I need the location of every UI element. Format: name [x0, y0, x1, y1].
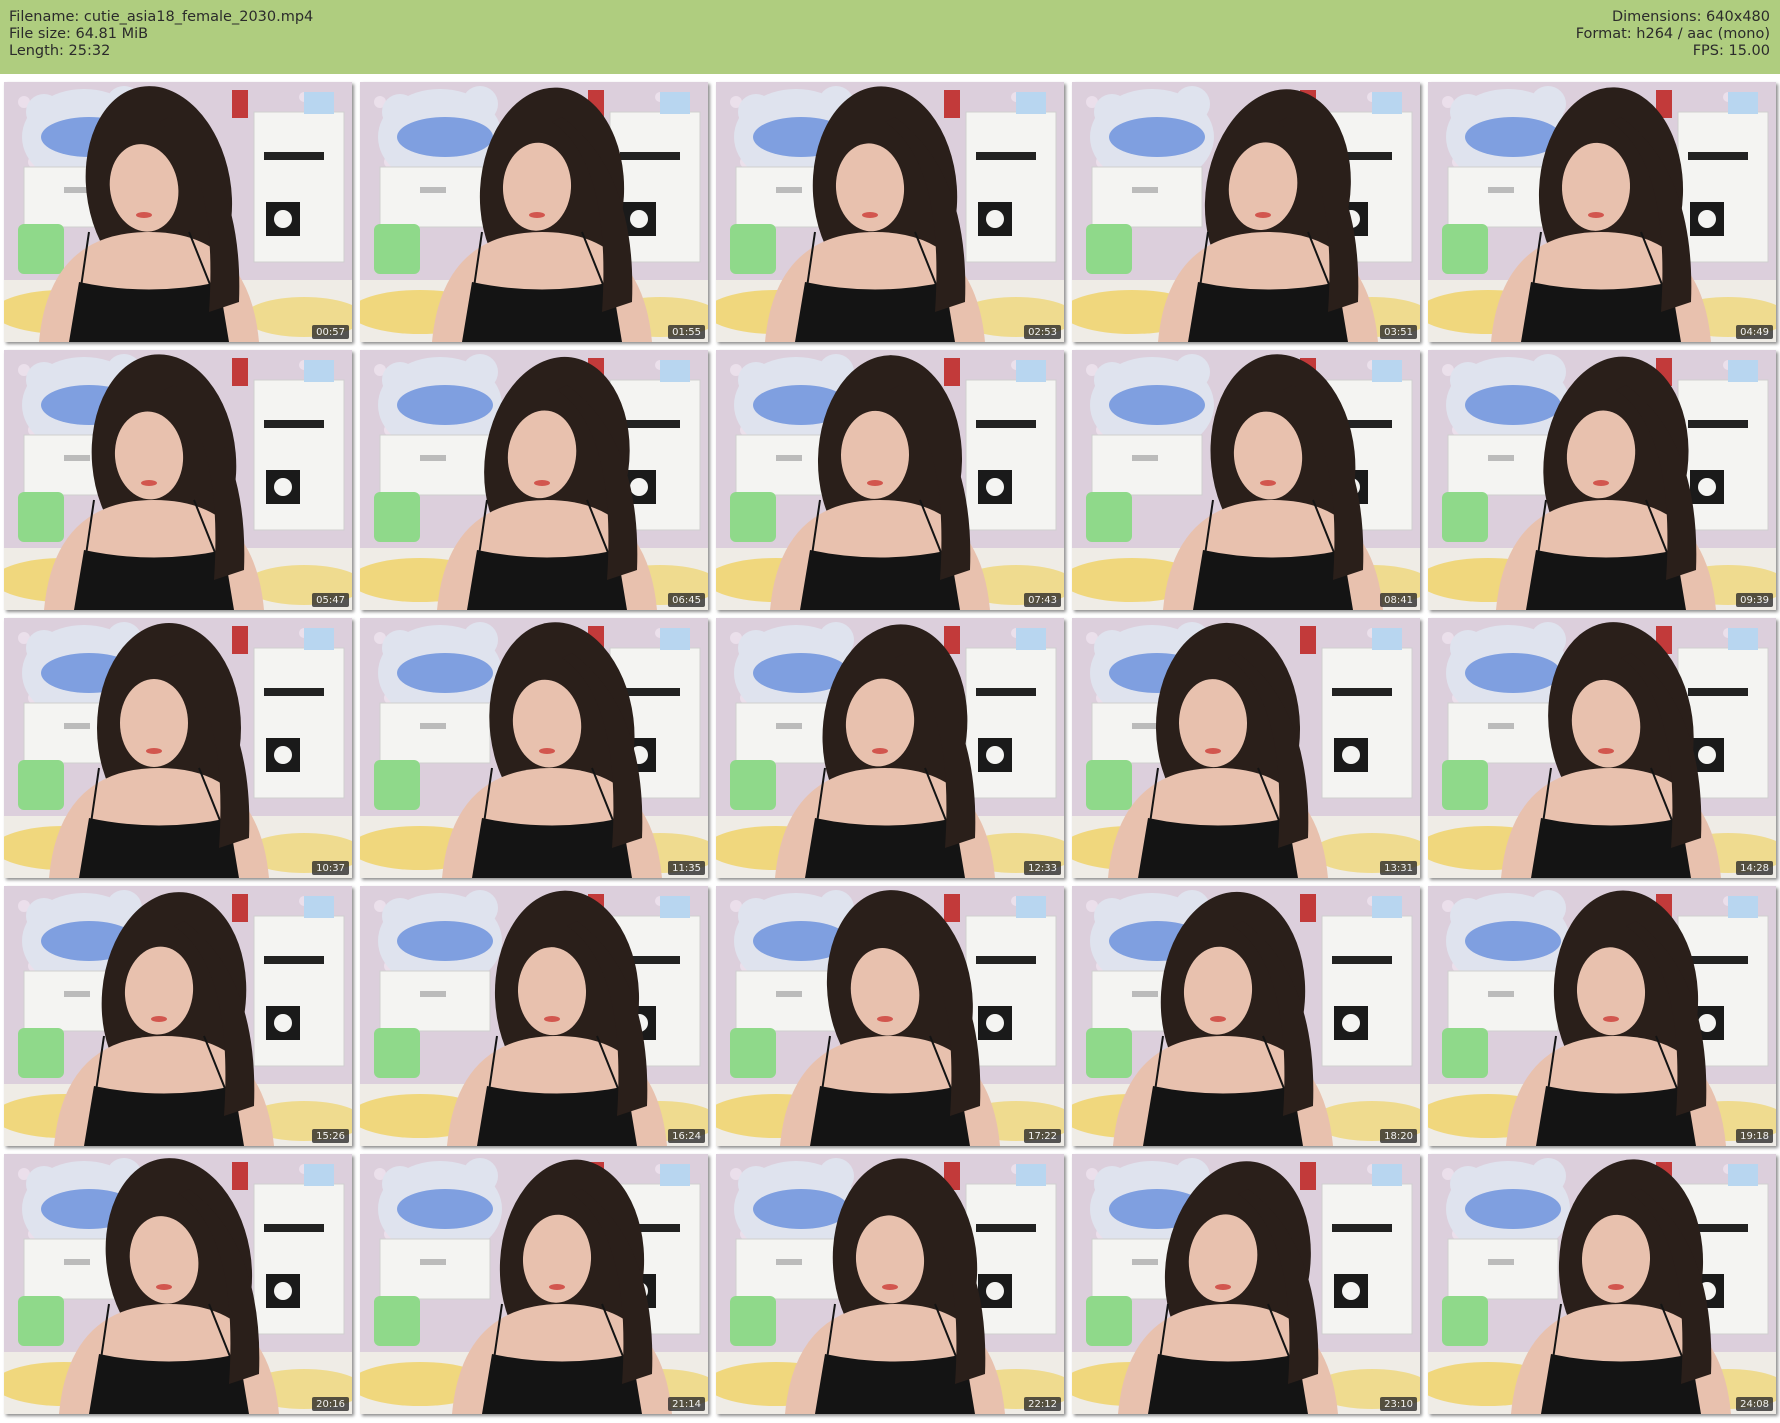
frame-image: [360, 618, 708, 878]
video-thumbnail[interactable]: 23:10: [1072, 1154, 1420, 1414]
video-thumbnail[interactable]: 21:14: [360, 1154, 708, 1414]
video-thumbnail[interactable]: 09:39: [1428, 350, 1776, 610]
timestamp-label: 20:16: [312, 1397, 349, 1411]
thumbnail-grid: 00:57 01:55 02:53 03:51 04:49 05:47 06:45 07:43…: [4, 82, 1778, 1418]
timestamp-label: 00:57: [312, 325, 349, 339]
timestamp-label: 06:45: [668, 593, 705, 607]
frame-image: [716, 886, 1064, 1146]
video-thumbnail[interactable]: 04:49: [1428, 82, 1776, 342]
timestamp-label: 01:55: [668, 325, 705, 339]
filesize-text: File size: 64.81 MiB: [9, 26, 149, 42]
video-thumbnail[interactable]: 01:55: [360, 82, 708, 342]
timestamp-label: 02:53: [1024, 325, 1061, 339]
timestamp-label: 03:51: [1380, 325, 1417, 339]
frame-image: [1428, 618, 1776, 878]
video-thumbnail[interactable]: 20:16: [4, 1154, 352, 1414]
timestamp-label: 07:43: [1024, 593, 1061, 607]
length-text: Length: 25:32: [9, 43, 111, 59]
timestamp-label: 05:47: [312, 593, 349, 607]
frame-image: [1428, 350, 1776, 610]
timestamp-label: 14:28: [1736, 861, 1773, 875]
video-thumbnail[interactable]: 05:47: [4, 350, 352, 610]
video-thumbnail[interactable]: 11:35: [360, 618, 708, 878]
frame-image: [1428, 1154, 1776, 1414]
frame-image: [4, 886, 352, 1146]
filename-text: Filename: cutie_asia18_female_2030.mp4: [9, 9, 314, 25]
frame-image: [1072, 82, 1420, 342]
video-thumbnail[interactable]: 14:28: [1428, 618, 1776, 878]
file-info-right: Dimensions: 640x480 Format: h264 / aac (…: [1576, 9, 1770, 60]
video-thumbnail[interactable]: 06:45: [360, 350, 708, 610]
video-thumbnail[interactable]: 08:41: [1072, 350, 1420, 610]
video-thumbnail[interactable]: 19:18: [1428, 886, 1776, 1146]
frame-image: [1072, 886, 1420, 1146]
fps-text: FPS: 15.00: [1692, 43, 1770, 59]
timestamp-label: 16:24: [668, 1129, 705, 1143]
video-thumbnail[interactable]: 24:08: [1428, 1154, 1776, 1414]
frame-image: [1428, 886, 1776, 1146]
video-thumbnail[interactable]: 16:24: [360, 886, 708, 1146]
video-thumbnail[interactable]: 18:20: [1072, 886, 1420, 1146]
timestamp-label: 24:08: [1736, 1397, 1773, 1411]
format-text: Format: h264 / aac (mono): [1575, 26, 1770, 42]
dimensions-text: Dimensions: 640x480: [1611, 9, 1770, 25]
frame-image: [716, 1154, 1064, 1414]
video-thumbnail[interactable]: 12:33: [716, 618, 1064, 878]
frame-image: [360, 82, 708, 342]
timestamp-label: 22:12: [1024, 1397, 1061, 1411]
video-thumbnail[interactable]: 03:51: [1072, 82, 1420, 342]
frame-image: [1428, 82, 1776, 342]
file-info-left: Filename: cutie_asia18_female_2030.mp4 F…: [9, 9, 313, 60]
timestamp-label: 09:39: [1736, 593, 1773, 607]
timestamp-label: 04:49: [1736, 325, 1773, 339]
timestamp-label: 21:14: [668, 1397, 705, 1411]
video-thumbnail[interactable]: 00:57: [4, 82, 352, 342]
frame-image: [716, 350, 1064, 610]
info-header: Filename: cutie_asia18_female_2030.mp4 F…: [0, 0, 1780, 74]
timestamp-label: 08:41: [1380, 593, 1417, 607]
frame-image: [360, 350, 708, 610]
frame-image: [360, 1154, 708, 1414]
frame-image: [1072, 618, 1420, 878]
timestamp-label: 19:18: [1736, 1129, 1773, 1143]
timestamp-label: 18:20: [1380, 1129, 1417, 1143]
video-thumbnail[interactable]: 02:53: [716, 82, 1064, 342]
frame-image: [4, 350, 352, 610]
video-thumbnail[interactable]: 22:12: [716, 1154, 1064, 1414]
frame-image: [4, 1154, 352, 1414]
video-thumbnail[interactable]: 15:26: [4, 886, 352, 1146]
video-thumbnail[interactable]: 13:31: [1072, 618, 1420, 878]
video-thumbnail[interactable]: 17:22: [716, 886, 1064, 1146]
timestamp-label: 10:37: [312, 861, 349, 875]
timestamp-label: 23:10: [1380, 1397, 1417, 1411]
timestamp-label: 11:35: [668, 861, 705, 875]
frame-image: [4, 618, 352, 878]
video-thumbnail[interactable]: 07:43: [716, 350, 1064, 610]
timestamp-label: 12:33: [1024, 861, 1061, 875]
frame-image: [1072, 1154, 1420, 1414]
frame-image: [1072, 350, 1420, 610]
timestamp-label: 13:31: [1380, 861, 1417, 875]
video-thumbnail[interactable]: 10:37: [4, 618, 352, 878]
frame-image: [4, 82, 352, 342]
frame-image: [716, 618, 1064, 878]
timestamp-label: 17:22: [1024, 1129, 1061, 1143]
frame-image: [360, 886, 708, 1146]
frame-image: [716, 82, 1064, 342]
timestamp-label: 15:26: [312, 1129, 349, 1143]
